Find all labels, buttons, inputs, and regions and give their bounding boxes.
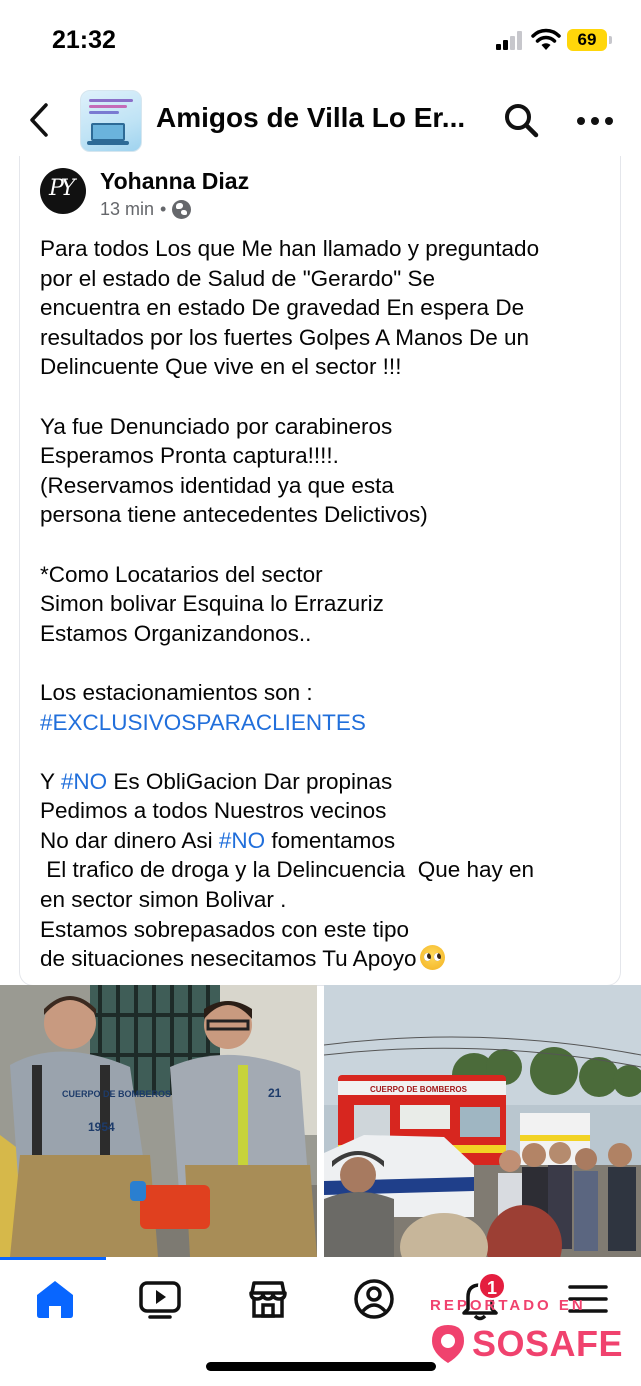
shirt-badge-number: 21 — [268, 1086, 282, 1100]
post-line: *Como Locatarios del sector — [40, 561, 323, 587]
group-header: Amigos de Villa Lo Er... — [0, 82, 641, 158]
group-thumbnail[interactable] — [80, 90, 142, 152]
post-photo-firefighters[interactable]: CUERPO DE BOMBEROS 1954 21 — [0, 985, 317, 1257]
post-line: No dar dinero Asi #NO fomentamos — [40, 826, 615, 856]
watermark-caption: REPORTADO EN — [430, 1297, 586, 1314]
line-text: Y — [40, 768, 61, 794]
shirt-text: CUERPO DE BOMBEROS — [62, 1089, 171, 1099]
post-line: Para todos Los que Me han llamado y preg… — [40, 236, 540, 261]
shield-location-icon — [432, 1325, 464, 1363]
marketplace-icon[interactable] — [246, 1277, 290, 1321]
home-icon[interactable] — [33, 1277, 77, 1321]
post-line: Delincuente Que vive en el sector !!! — [40, 354, 402, 380]
post-line: Estamos sobrepasados con este tipo — [40, 916, 409, 942]
hashtag-link[interactable]: #EXCLUSIVOSPARACLIENTES — [40, 710, 366, 735]
sosafe-watermark: SOSAFE — [428, 1323, 623, 1365]
post-line: por el estado de Salud de "Gerardo" Se — [40, 265, 435, 291]
meta-separator: • — [160, 199, 167, 219]
post-line: de situaciones nesecitamos Tu Apoyo — [40, 944, 615, 974]
post-line: Y #NO Es ObliGacion Dar propinas — [40, 767, 615, 797]
line-text: No dar dinero Asi — [40, 827, 219, 853]
search-icon[interactable] — [503, 102, 541, 140]
watermark-brand: SOSAFE — [472, 1323, 624, 1364]
more-options-icon[interactable] — [575, 110, 615, 130]
active-tab-indicator — [0, 1257, 106, 1260]
group-title[interactable]: Amigos de Villa Lo Er... — [156, 102, 465, 134]
truck-text: CUERPO DE BOMBEROS — [370, 1085, 468, 1094]
post-time[interactable]: 13 min — [100, 199, 154, 220]
post-line: en sector simon Bolivar . — [40, 887, 287, 913]
line-text: de situaciones nesecitamos Tu Apoyo — [40, 946, 417, 972]
profile-icon[interactable] — [352, 1277, 396, 1321]
post-line: Pedimos a todos Nuestros vecinos — [40, 798, 387, 824]
post-line: Ya fue Denunciado por carabineros — [40, 413, 393, 439]
post-line: Los estacionamientos son : — [40, 679, 313, 705]
post-line: resultados por los fuertes Golpes A Mano… — [40, 324, 530, 350]
battery-tip — [609, 36, 612, 44]
post-text: Para todos Los que Me han llamado y preg… — [40, 234, 615, 974]
post-line: persona tiene antecedentes Delictivos) — [40, 502, 428, 528]
post-line: El trafico de droga y la Delincuencia Qu… — [40, 857, 535, 883]
laptop-icon — [91, 123, 125, 141]
line-text: fomentamos — [265, 827, 396, 853]
status-bar: 21:32 69 — [0, 0, 641, 80]
post-meta: 13 min • — [100, 199, 192, 220]
clock: 21:32 — [52, 26, 116, 54]
globe-icon — [172, 200, 192, 219]
home-indicator[interactable] — [206, 1362, 436, 1371]
back-arrow-icon[interactable] — [24, 100, 54, 140]
shirt-number: 1954 — [88, 1120, 115, 1134]
notification-badge: 1 — [478, 1272, 506, 1300]
wifi-icon — [531, 28, 561, 50]
cellular-signal-icon — [496, 30, 524, 50]
author-name[interactable]: Yohanna Diaz — [100, 168, 249, 195]
video-icon[interactable] — [138, 1277, 182, 1321]
post-line: (Reservamos identidad ya que esta — [40, 472, 394, 498]
post-photo-fire-truck[interactable]: CUERPO DE BOMBEROS 1418 — [324, 985, 641, 1257]
line-text: Es ObliGacion Dar propinas — [107, 768, 393, 794]
post-line: Estamos Organizandonos.. — [40, 620, 312, 646]
post-line: Esperamos Pronta captura!!!!. — [40, 443, 339, 469]
pleading-face-emoji-icon — [420, 945, 446, 971]
hashtag-link[interactable]: #NO — [219, 828, 265, 853]
author-avatar[interactable]: PY — [40, 168, 86, 214]
avatar-monogram: PY — [49, 176, 75, 201]
post-line: encuentra en estado De gravedad En esper… — [40, 295, 525, 321]
battery-indicator: 69 — [567, 29, 607, 51]
hashtag-link[interactable]: #NO — [61, 769, 107, 794]
post-line: Simon bolivar Esquina lo Errazuriz — [40, 591, 384, 617]
